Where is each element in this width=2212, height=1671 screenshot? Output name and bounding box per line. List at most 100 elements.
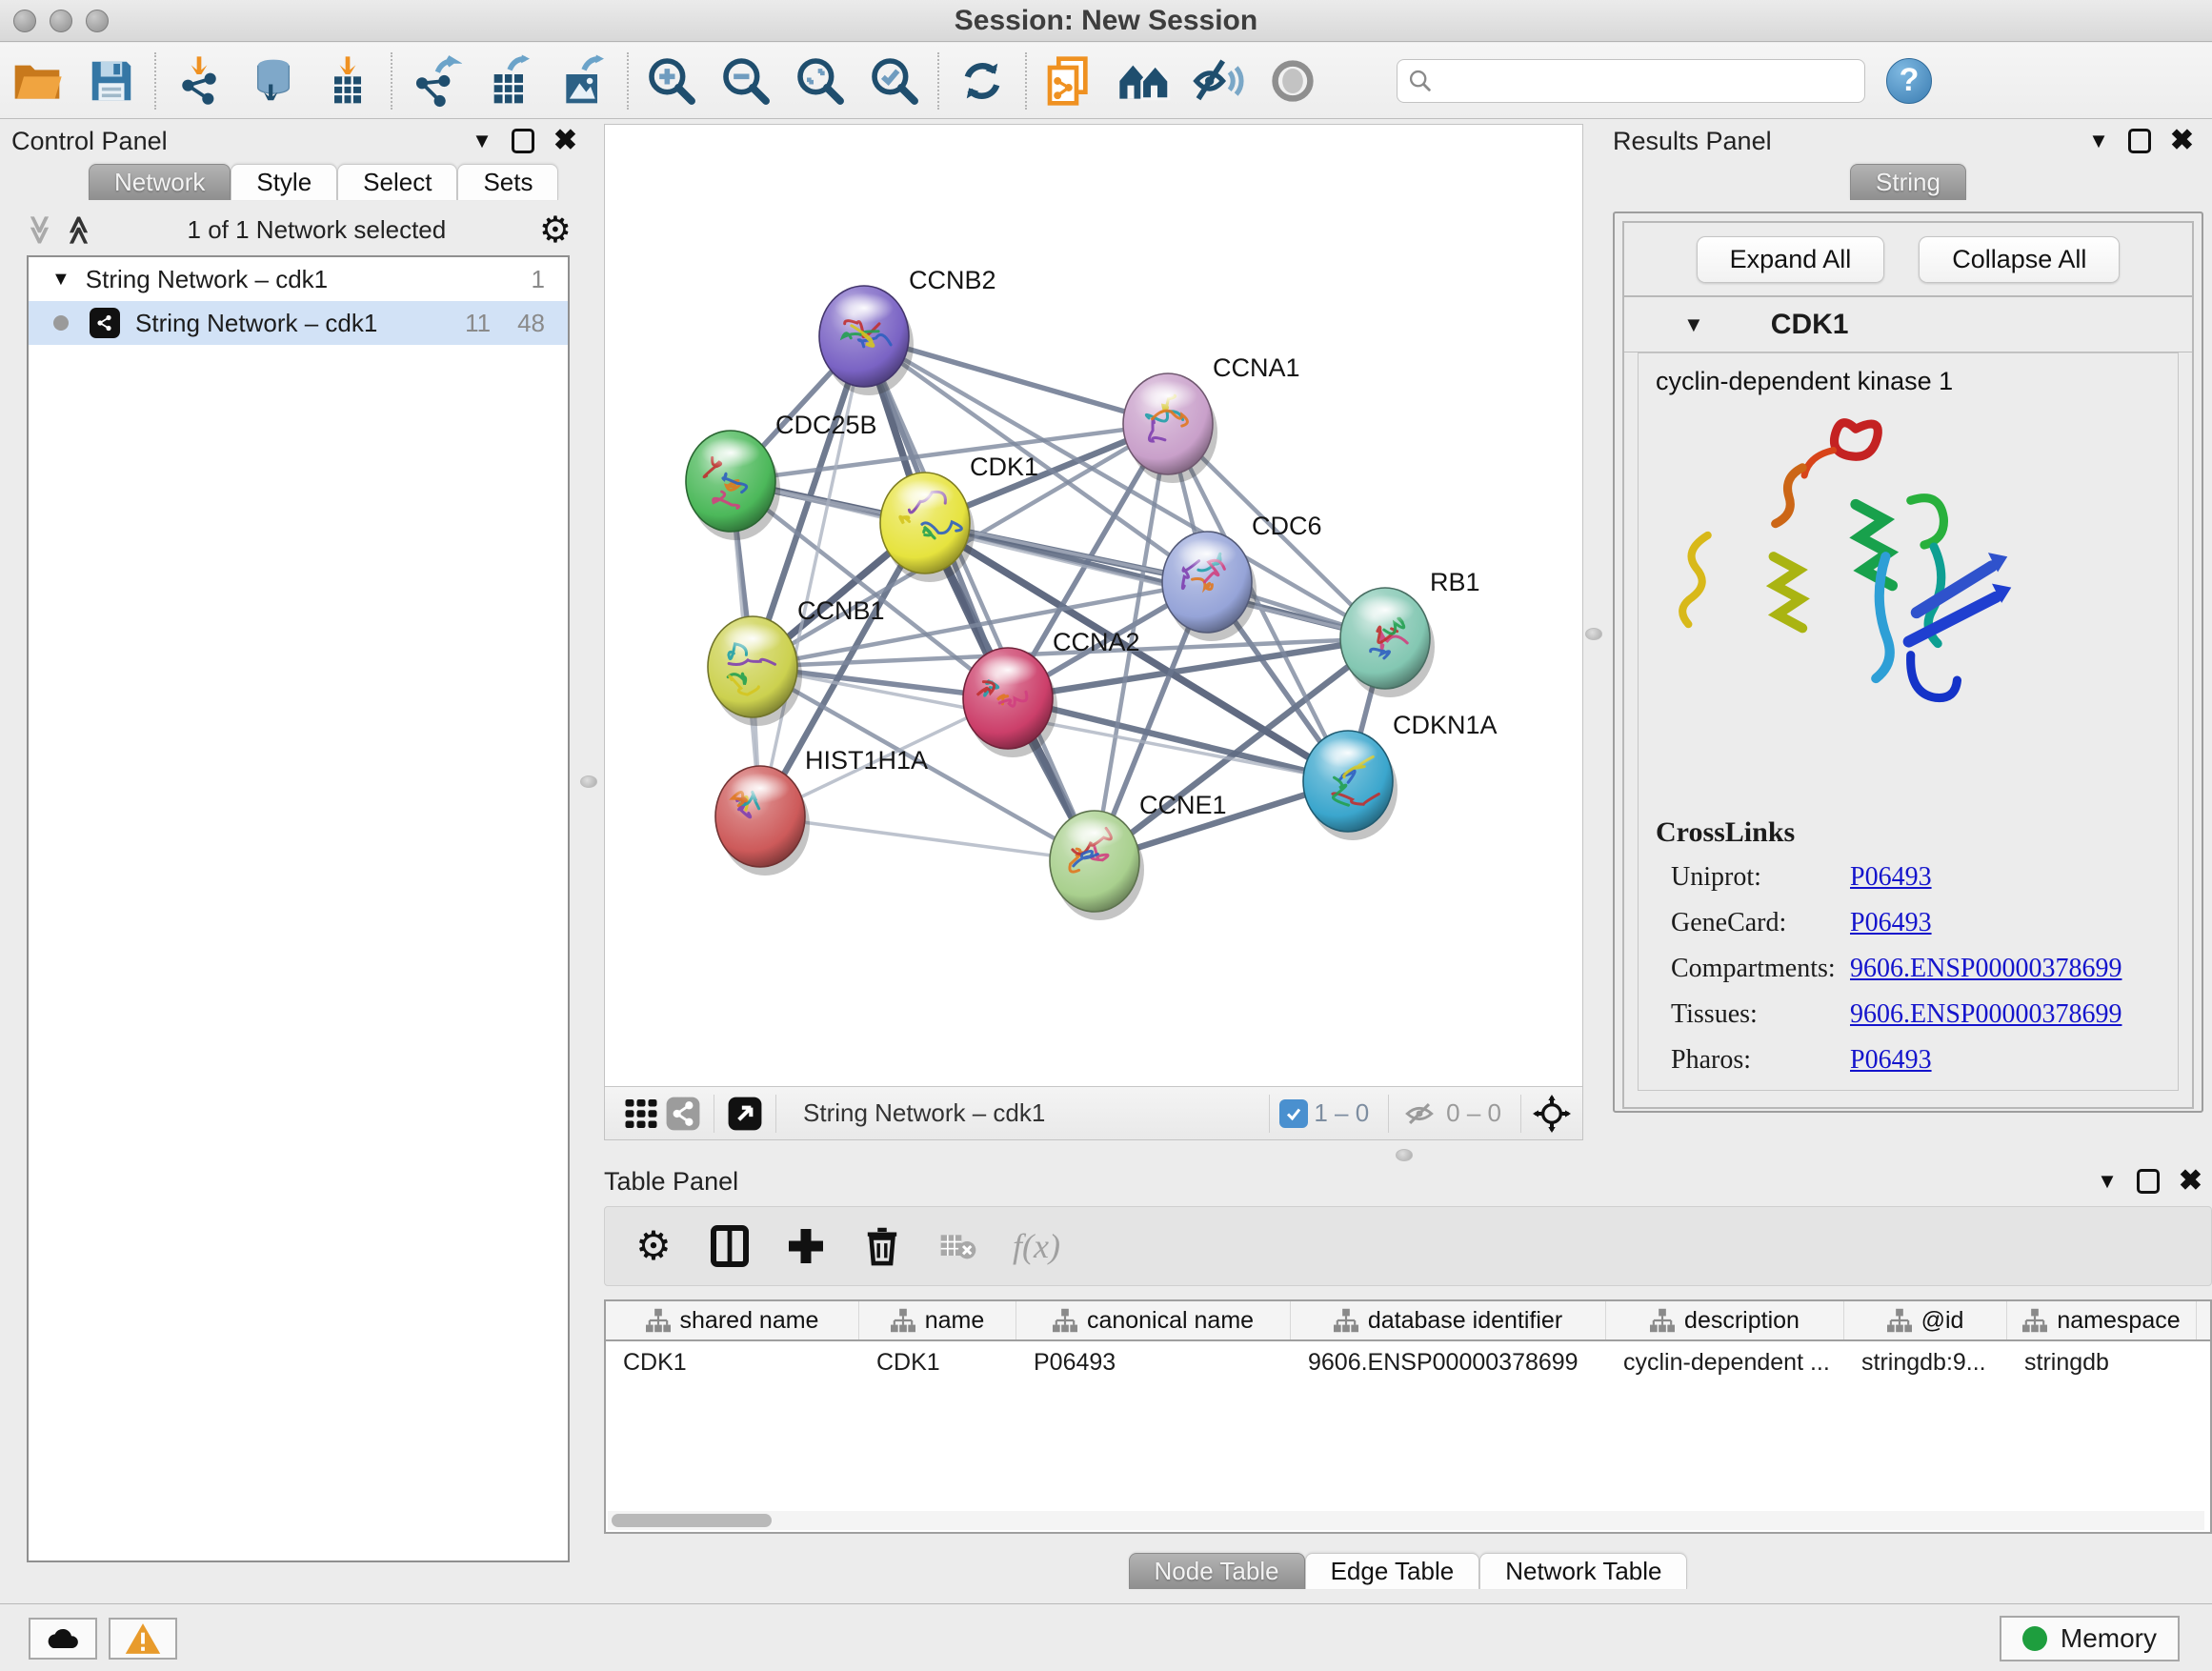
- tab-select[interactable]: Select: [337, 164, 457, 200]
- first-neighbors-button[interactable]: [1107, 47, 1181, 115]
- node-CDK1[interactable]: CDK1: [880, 453, 1038, 582]
- panel-float-icon[interactable]: [512, 129, 534, 153]
- protein-section-header[interactable]: ▼ CDK1: [1624, 297, 2192, 352]
- left-splitter-handle[interactable]: [580, 775, 597, 788]
- network-from-selection-button[interactable]: [1033, 47, 1107, 115]
- hidden-toggle[interactable]: [1398, 1093, 1440, 1135]
- collapse-all-networks-icon[interactable]: ≫: [23, 214, 56, 244]
- column-header--id[interactable]: @id: [1844, 1301, 2007, 1339]
- import-database-button[interactable]: [236, 47, 311, 115]
- panel-collapse-icon[interactable]: ▼: [472, 129, 493, 153]
- open-in-window-button[interactable]: [724, 1093, 766, 1135]
- tab-network-table[interactable]: Network Table: [1479, 1553, 1687, 1589]
- edge-CCNB2-CCNE1[interactable]: [864, 336, 1095, 861]
- network-graph[interactable]: CCNB2CCNA1CDC25BCDK1CDC6RB1CCNB1CCNA2CDK…: [605, 125, 1582, 1086]
- export-network-button[interactable]: [398, 47, 473, 115]
- panel-collapse-icon[interactable]: ▼: [2088, 129, 2109, 153]
- panel-close-icon[interactable]: ✖: [553, 127, 577, 155]
- show-columns-button[interactable]: [708, 1224, 752, 1268]
- table-horizontal-scrollbar[interactable]: [608, 1511, 2204, 1530]
- table-options-button[interactable]: ⚙: [632, 1224, 675, 1268]
- tree-expander-icon[interactable]: ▼: [51, 269, 70, 291]
- network-canvas[interactable]: CCNB2CCNA1CDC25BCDK1CDC6RB1CCNB1CCNA2CDK…: [605, 125, 1582, 1086]
- scrollbar-thumb[interactable]: [612, 1514, 772, 1527]
- table-cell[interactable]: cyclin-dependent ...: [1606, 1341, 1844, 1383]
- hide-selected-button[interactable]: [1181, 47, 1256, 115]
- node-CCNA1[interactable]: CCNA1: [1123, 353, 1300, 483]
- bottom-splitter-handle[interactable]: [1396, 1149, 1413, 1161]
- column-header-canonical-name[interactable]: canonical name: [1016, 1301, 1291, 1339]
- right-splitter-handle[interactable]: [1585, 628, 1602, 640]
- genecard-link[interactable]: P06493: [1850, 908, 1932, 938]
- expand-all-networks-icon[interactable]: ≫: [63, 214, 96, 244]
- search-input[interactable]: [1434, 66, 1855, 95]
- export-image-button[interactable]: [547, 47, 621, 115]
- uniprot-link[interactable]: P06493: [1850, 862, 1932, 893]
- node-CCNB2[interactable]: CCNB2: [819, 266, 996, 395]
- selected-checkbox[interactable]: [1279, 1099, 1308, 1128]
- column-header-namespace[interactable]: namespace: [2007, 1301, 2197, 1339]
- import-table-button[interactable]: [311, 47, 385, 115]
- panel-float-icon[interactable]: [2128, 129, 2151, 153]
- network-collection-row[interactable]: ▼ String Network – cdk1 1: [29, 257, 568, 301]
- zoom-out-button[interactable]: [709, 47, 783, 115]
- column-header-description[interactable]: description: [1606, 1301, 1844, 1339]
- column-header-database-identifier[interactable]: database identifier: [1291, 1301, 1606, 1339]
- clear-table-button[interactable]: [936, 1224, 980, 1268]
- node-CDC6[interactable]: CDC6: [1162, 512, 1322, 641]
- panel-float-icon[interactable]: [2137, 1169, 2160, 1194]
- panel-close-icon[interactable]: ✖: [2179, 1167, 2202, 1196]
- node-RB1[interactable]: RB1: [1340, 568, 1480, 697]
- zoom-fit-button[interactable]: [783, 47, 857, 115]
- table-cell[interactable]: 9606.ENSP00000378699: [1291, 1341, 1606, 1383]
- save-session-button[interactable]: [74, 47, 149, 115]
- tab-edge-table[interactable]: Edge Table: [1305, 1553, 1480, 1589]
- birdseye-grid-button[interactable]: [620, 1093, 662, 1135]
- table-cell[interactable]: CDK1: [606, 1341, 859, 1383]
- table-cell[interactable]: P06493: [1016, 1341, 1291, 1383]
- expand-all-button[interactable]: Expand All: [1697, 236, 1885, 283]
- node-HIST1H1A[interactable]: HIST1H1A: [715, 746, 928, 876]
- delete-column-button[interactable]: [860, 1224, 904, 1268]
- show-all-button[interactable]: [1256, 47, 1330, 115]
- panel-collapse-icon[interactable]: ▼: [2097, 1169, 2118, 1194]
- open-session-button[interactable]: [0, 47, 74, 115]
- table-cell[interactable]: stringdb:9...: [1844, 1341, 2007, 1383]
- tissues-link[interactable]: 9606.ENSP00000378699: [1850, 999, 2122, 1030]
- pharos-link[interactable]: P06493: [1850, 1045, 1932, 1076]
- apply-layout-button[interactable]: [945, 47, 1019, 115]
- tab-style[interactable]: Style: [231, 164, 337, 200]
- export-table-button[interactable]: [473, 47, 547, 115]
- import-network-button[interactable]: [162, 47, 236, 115]
- share-network-button[interactable]: [662, 1093, 704, 1135]
- table-cell[interactable]: CDK1: [859, 1341, 1016, 1383]
- cloud-button[interactable]: [29, 1618, 97, 1660]
- function-builder-button[interactable]: f(x): [1013, 1226, 1060, 1266]
- zoom-selected-button[interactable]: [857, 47, 932, 115]
- edge-HIST1H1A-CCNE1[interactable]: [760, 816, 1095, 861]
- column-header-name[interactable]: name: [859, 1301, 1016, 1339]
- tab-string[interactable]: String: [1850, 164, 1966, 200]
- node-CCNE1[interactable]: CCNE1: [1050, 791, 1227, 920]
- fit-content-button[interactable]: [1531, 1093, 1573, 1135]
- tab-sets[interactable]: Sets: [457, 164, 558, 200]
- edge-HIST1H1A-CCNB2[interactable]: [760, 336, 864, 816]
- compartments-link[interactable]: 9606.ENSP00000378699: [1850, 954, 2122, 984]
- memory-button[interactable]: Memory: [2000, 1616, 2180, 1661]
- warnings-button[interactable]: [109, 1618, 177, 1660]
- create-column-button[interactable]: [784, 1224, 828, 1268]
- section-expander-icon[interactable]: ▼: [1683, 312, 1704, 337]
- network-row[interactable]: String Network – cdk1 11 48: [29, 301, 568, 345]
- share-gray-icon: [665, 1096, 701, 1132]
- panel-close-icon[interactable]: ✖: [2170, 127, 2194, 155]
- zoom-in-button[interactable]: [634, 47, 709, 115]
- node-CDKN1A[interactable]: CDKN1A: [1303, 711, 1498, 840]
- network-options-gear-icon[interactable]: ⚙: [539, 211, 572, 248]
- collapse-all-button[interactable]: Collapse All: [1919, 236, 2120, 283]
- tab-node-table[interactable]: Node Table: [1129, 1553, 1305, 1589]
- tab-network[interactable]: Network: [89, 164, 231, 200]
- table-row[interactable]: CDK1CDK1P064939606.ENSP00000378699cyclin…: [606, 1341, 2210, 1383]
- table-cell[interactable]: stringdb: [2007, 1341, 2197, 1383]
- column-header-shared-name[interactable]: shared name: [606, 1301, 859, 1339]
- help-button[interactable]: ?: [1886, 58, 1932, 104]
